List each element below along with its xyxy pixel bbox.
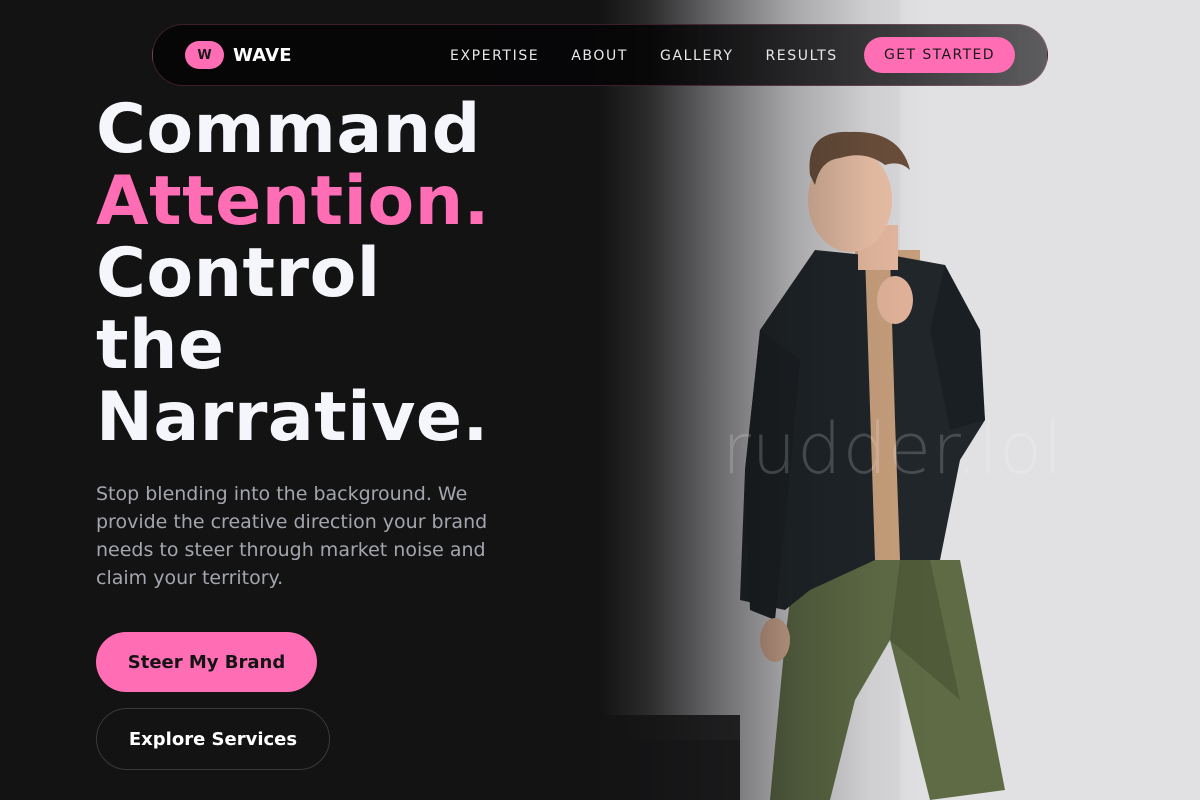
hero-image: rudder.lol [600,0,1200,800]
nav-links: EXPERTISE ABOUT GALLERY RESULTS [450,25,870,87]
headline-line-5: Narrative. [96,378,489,457]
brand-mark-icon: W [185,41,224,69]
headline-line-2-accent: Attention. [96,162,490,241]
headline-line-1: Command [96,90,481,169]
hero-headline: Command Attention. Control the Narrative… [96,94,490,454]
headline-line-4: the [96,306,225,385]
navbar: W WAVE EXPERTISE ABOUT GALLERY RESULTS G… [152,24,1048,86]
nav-link-expertise[interactable]: EXPERTISE [450,48,539,64]
headline-line-3: Control [96,234,381,313]
brand-logo[interactable]: W WAVE [185,41,292,69]
model-photo-illustration [600,0,1200,800]
nav-link-about[interactable]: ABOUT [571,48,628,64]
explore-services-button[interactable]: Explore Services [96,708,330,770]
nav-link-results[interactable]: RESULTS [765,48,837,64]
watermark-text: rudder.lol [722,408,1064,490]
landing-page: rudder.lol W WAVE EXPERTISE ABOUT GALLER… [0,0,1200,800]
steer-my-brand-button[interactable]: Steer My Brand [96,632,317,692]
brand-name: WAVE [233,44,292,66]
hero-subtext: Stop blending into the background. We pr… [96,483,488,589]
nav-link-gallery[interactable]: GALLERY [660,48,733,64]
get-started-button[interactable]: GET STARTED [864,37,1015,73]
